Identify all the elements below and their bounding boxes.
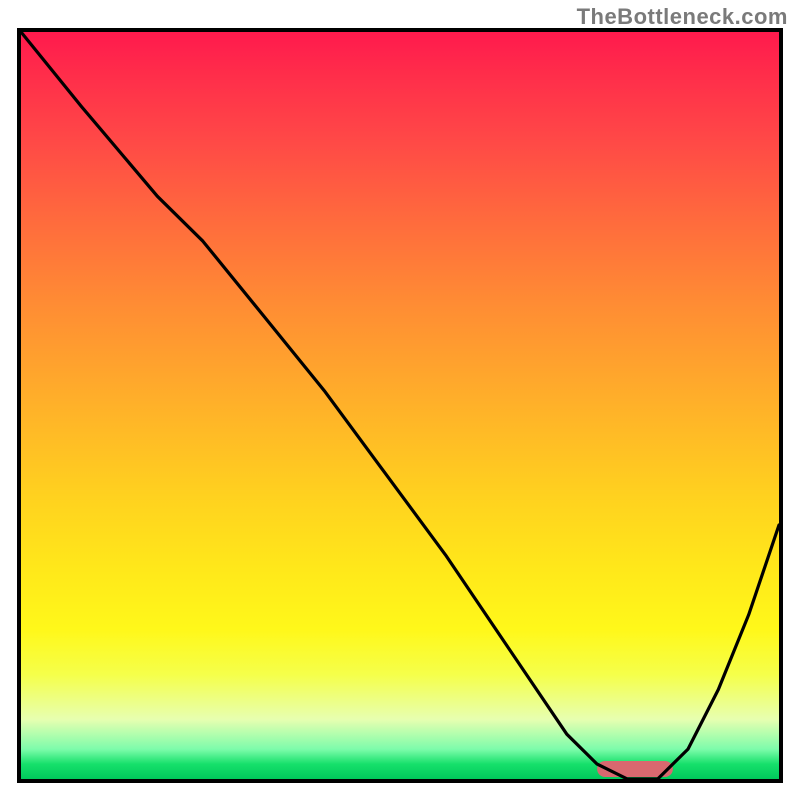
bottleneck-curve-path — [21, 32, 779, 779]
attribution-text: TheBottleneck.com — [577, 4, 788, 30]
plot-area — [17, 28, 783, 783]
chart-overlay-svg — [21, 32, 779, 779]
chart-frame: TheBottleneck.com — [0, 0, 800, 800]
